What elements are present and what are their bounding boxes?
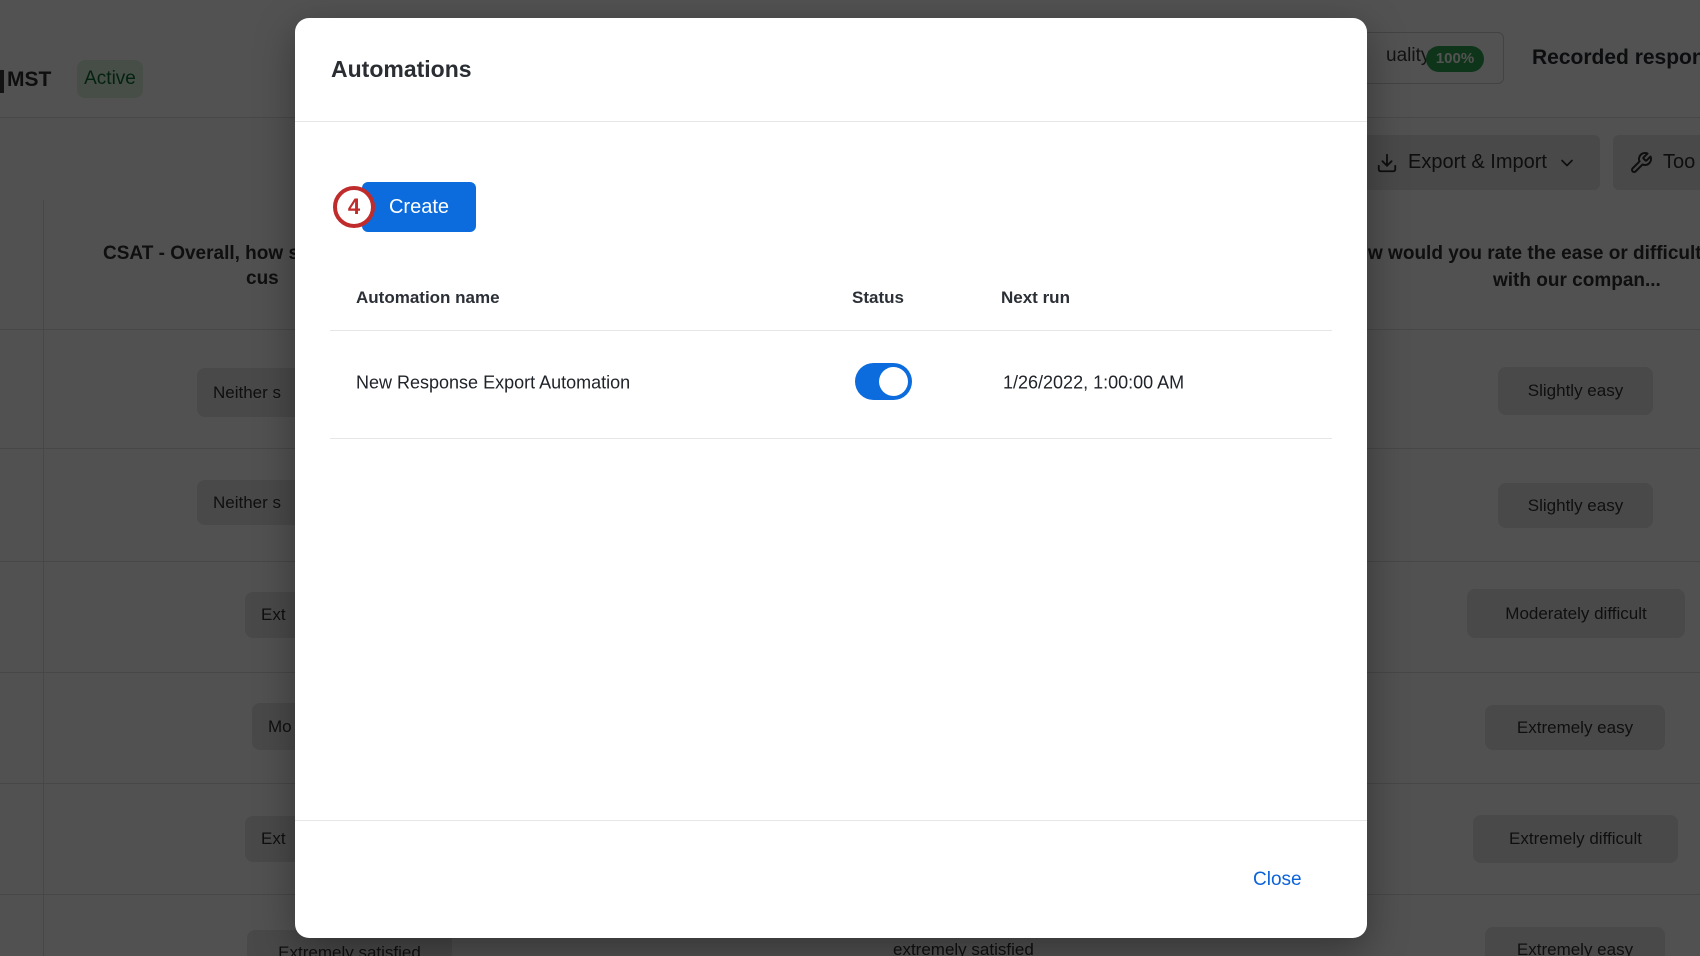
app-root: MST Active uality 100% Recorded respons …	[0, 0, 1700, 956]
next-run-value: 1/26/2022, 1:00:00 AM	[1003, 373, 1184, 394]
automation-name: New Response Export Automation	[356, 373, 630, 394]
column-header-next-run: Next run	[1001, 288, 1070, 308]
close-button[interactable]: Close	[1253, 869, 1302, 891]
column-header-automation-name: Automation name	[356, 288, 500, 308]
table-divider	[330, 330, 1332, 331]
modal-title: Automations	[331, 18, 472, 121]
column-header-status: Status	[852, 288, 904, 308]
step-4-marker: 4	[333, 186, 375, 228]
automations-modal: Automations 4 Create Automation name Sta…	[295, 18, 1367, 938]
status-toggle[interactable]	[855, 363, 912, 400]
modal-footer-divider	[295, 820, 1367, 821]
create-button[interactable]: Create	[362, 182, 476, 232]
toggle-knob	[879, 367, 908, 396]
table-divider	[330, 438, 1332, 439]
modal-header-divider	[295, 121, 1367, 122]
